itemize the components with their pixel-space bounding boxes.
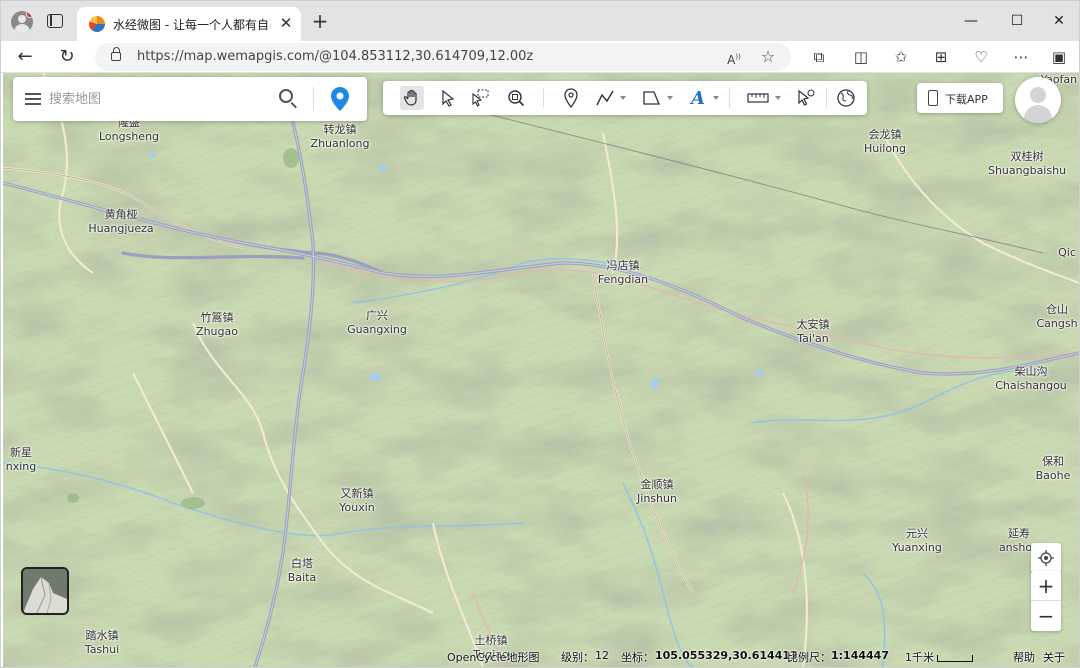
menu-icon[interactable]: [25, 93, 41, 105]
close-tab-icon[interactable]: ✕: [277, 14, 295, 32]
terrain-thumbnail-icon: [23, 569, 67, 613]
download-app-button[interactable]: 下载APP: [917, 83, 1003, 113]
polyline-icon[interactable]: [593, 86, 617, 110]
marker-icon[interactable]: [559, 86, 583, 110]
polygon-icon[interactable]: [639, 86, 663, 110]
place-label[interactable]: 仓山 Cangsh: [1036, 303, 1077, 331]
browser-essentials-icon[interactable]: ♡: [969, 45, 993, 69]
user-avatar[interactable]: [1015, 77, 1061, 123]
place-label[interactable]: 保和 Baohe: [1036, 455, 1071, 483]
ruler-icon[interactable]: [745, 86, 771, 110]
terrain-layer: [3, 73, 1079, 667]
zoom-box-icon[interactable]: [504, 86, 528, 110]
help-link[interactable]: 帮助: [1013, 649, 1035, 665]
scale-bar: [937, 655, 973, 662]
select-arrow-icon[interactable]: [436, 86, 460, 110]
text-icon[interactable]: A: [686, 86, 710, 110]
location-pin-icon[interactable]: [331, 87, 349, 111]
place-label[interactable]: 广兴 Guangxing: [347, 309, 407, 337]
minimize-button[interactable]: —: [959, 10, 983, 32]
pointer-info-icon[interactable]: [794, 86, 818, 110]
scale-value: 1:144447: [831, 649, 889, 662]
browser-tab[interactable]: 水经微图 - 让每一个人都有自己的 ✕: [77, 7, 301, 41]
sidebar-icon[interactable]: ▣: [1047, 45, 1071, 69]
chevron-down-icon[interactable]: [620, 96, 626, 100]
place-label[interactable]: 竹篙镇 Zhugao: [196, 311, 238, 339]
place-label[interactable]: 转龙镇 Zhuanlong: [311, 123, 370, 151]
new-tab-icon[interactable]: +: [309, 10, 331, 32]
close-window-button[interactable]: ✕: [1047, 10, 1071, 32]
place-label[interactable]: 白塔 Baita: [288, 557, 316, 585]
chevron-down-icon[interactable]: [667, 96, 673, 100]
zoom-controls: + −: [1031, 571, 1061, 631]
browser-window: 水经微图 - 让每一个人都有自己的 ✕ + — ☐ ✕ ← ↻ https://…: [0, 0, 1080, 668]
scale-bar-label: 1千米: [905, 651, 934, 664]
status-bar: OpenCycle地形图 级别： 12 坐标： 105.055329,30.61…: [3, 645, 1079, 667]
search-input[interactable]: [49, 89, 249, 109]
collections-icon[interactable]: ⊞: [929, 45, 953, 69]
map-toolbar: A: [383, 81, 867, 115]
place-label[interactable]: 冯店镇 Fengdian: [598, 259, 648, 287]
divider: [729, 88, 730, 108]
place-label[interactable]: 柴山沟 Chaishangou: [995, 365, 1067, 393]
maximize-button[interactable]: ☐: [1005, 10, 1029, 32]
scale-label: 比例尺：: [787, 651, 831, 664]
map-canvas[interactable]: 隆盛 Longsheng 转龙镇 Zhuanlong 会龙镇 Huilong 双桂树 S…: [3, 73, 1079, 667]
globe-icon[interactable]: [834, 86, 858, 110]
extensions-icon[interactable]: ⧉: [807, 45, 831, 69]
zoom-level-label: 级别：: [561, 651, 594, 664]
back-icon[interactable]: ←: [13, 45, 37, 69]
zoom-out-button[interactable]: −: [1031, 601, 1061, 631]
box-select-icon[interactable]: [468, 86, 492, 110]
locate-icon: [1038, 550, 1054, 566]
download-app-label: 下载APP: [945, 93, 988, 106]
place-label[interactable]: 黄角桠 Huangjueza: [88, 208, 153, 236]
pan-hand-icon[interactable]: [400, 86, 424, 110]
tab-title: 水经微图 - 让每一个人都有自己的: [113, 18, 271, 32]
place-label[interactable]: 双桂树 Shuangbaishu: [988, 150, 1066, 178]
place-label[interactable]: 金顺镇 Jinshun: [637, 478, 677, 506]
zoom-in-button[interactable]: +: [1031, 571, 1061, 601]
profile-icon[interactable]: [11, 11, 33, 33]
coordinate-value: 105.055329,30.614413: [655, 649, 798, 662]
place-label[interactable]: 新星 nxing: [6, 446, 37, 474]
favorite-star-icon[interactable]: ☆: [757, 46, 779, 68]
place-label[interactable]: Qic: [1058, 246, 1076, 260]
site-favicon-icon: [89, 16, 105, 32]
address-toolbar: ← ↻ https://map.wemapgis.com/@104.853112…: [1, 41, 1079, 73]
chevron-down-icon[interactable]: [713, 96, 719, 100]
coordinate-label: 坐标：: [621, 651, 654, 664]
more-menu-icon[interactable]: ⋯: [1009, 45, 1033, 69]
favorites-icon[interactable]: ✩: [889, 45, 913, 69]
chevron-down-icon[interactable]: [775, 96, 781, 100]
place-label[interactable]: 元兴 Yuanxing: [892, 527, 942, 555]
reload-icon[interactable]: ↻: [55, 45, 79, 69]
split-screen-icon[interactable]: ◫: [849, 45, 873, 69]
tab-actions-icon[interactable]: [47, 14, 63, 28]
place-label[interactable]: 太安镇 Tai'an: [797, 318, 830, 346]
layer-switch-button[interactable]: [21, 567, 69, 615]
search-icon[interactable]: [279, 89, 293, 103]
zoom-level-value: 12: [595, 649, 609, 662]
url-text[interactable]: https://map.wemapgis.com/@104.853112,30.…: [137, 49, 533, 64]
search-panel: [13, 77, 367, 121]
layer-name: OpenCycle地形图: [447, 651, 540, 664]
divider: [826, 88, 827, 108]
address-bar[interactable]: https://map.wemapgis.com/@104.853112,30.…: [95, 43, 791, 71]
about-link[interactable]: 关于: [1043, 649, 1065, 665]
divider: [543, 88, 544, 108]
title-bar: 水经微图 - 让每一个人都有自己的 ✕ + — ☐ ✕: [1, 1, 1079, 41]
place-label[interactable]: 又新镇 Youxin: [339, 487, 375, 515]
locate-button[interactable]: [1031, 543, 1061, 573]
phone-icon: [928, 90, 938, 106]
read-aloud-icon[interactable]: A)): [723, 46, 745, 71]
lock-icon[interactable]: [111, 47, 121, 61]
place-label[interactable]: 会龙镇 Huilong: [864, 128, 906, 156]
divider: [313, 87, 314, 111]
